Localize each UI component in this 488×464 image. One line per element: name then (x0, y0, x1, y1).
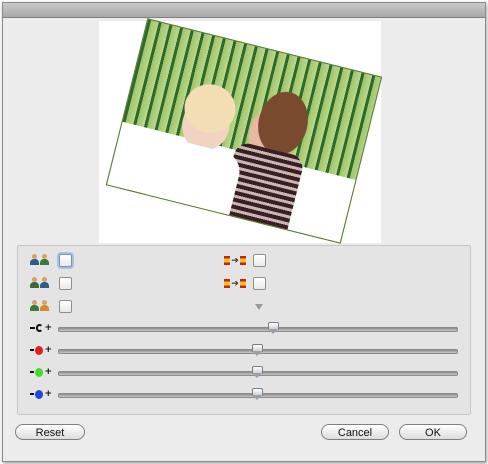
flag-arrow-checkbox-2[interactable] (253, 277, 266, 290)
red-slider-thumb[interactable] (252, 344, 263, 356)
green-channel-icon: + (30, 366, 52, 378)
rotate-slider[interactable] (58, 322, 458, 334)
blue-slider[interactable] (58, 388, 458, 400)
people-swap-checkbox[interactable] (59, 254, 72, 267)
title-bar[interactable] (3, 3, 485, 18)
red-channel-icon: + (30, 344, 52, 356)
blue-slider-thumb[interactable] (252, 388, 263, 400)
flag-arrow-icon: ➔ (224, 254, 246, 266)
rotate-slider-thumb[interactable] (267, 322, 279, 334)
people-pair-icon (30, 300, 52, 312)
image-preview (99, 18, 383, 244)
people-swap-alt-icon (30, 277, 52, 289)
cancel-button[interactable]: Cancel (321, 424, 389, 440)
dialog-window: ➔ ➔ + + + + Reset Cancel OK (2, 2, 486, 462)
photo-detail-white-shirt (145, 135, 244, 215)
rotate-icon: + (30, 322, 52, 334)
red-slider[interactable] (58, 344, 458, 356)
flag-arrow-checkbox-1[interactable] (253, 254, 266, 267)
blue-channel-icon: + (30, 388, 52, 400)
photo-preview (105, 18, 383, 244)
people-pair-checkbox[interactable] (59, 300, 72, 313)
flag-arrow-icon: ➔ (224, 277, 246, 289)
people-swap-icon (30, 254, 52, 266)
disclosure-triangle-icon[interactable] (255, 304, 263, 310)
adjustment-panel: ➔ ➔ + + + + (17, 245, 471, 415)
people-swap-alt-checkbox[interactable] (59, 277, 72, 290)
reset-button[interactable]: Reset (15, 424, 85, 440)
green-slider-thumb[interactable] (252, 366, 263, 378)
ok-button[interactable]: OK (399, 424, 467, 440)
green-slider[interactable] (58, 366, 458, 378)
